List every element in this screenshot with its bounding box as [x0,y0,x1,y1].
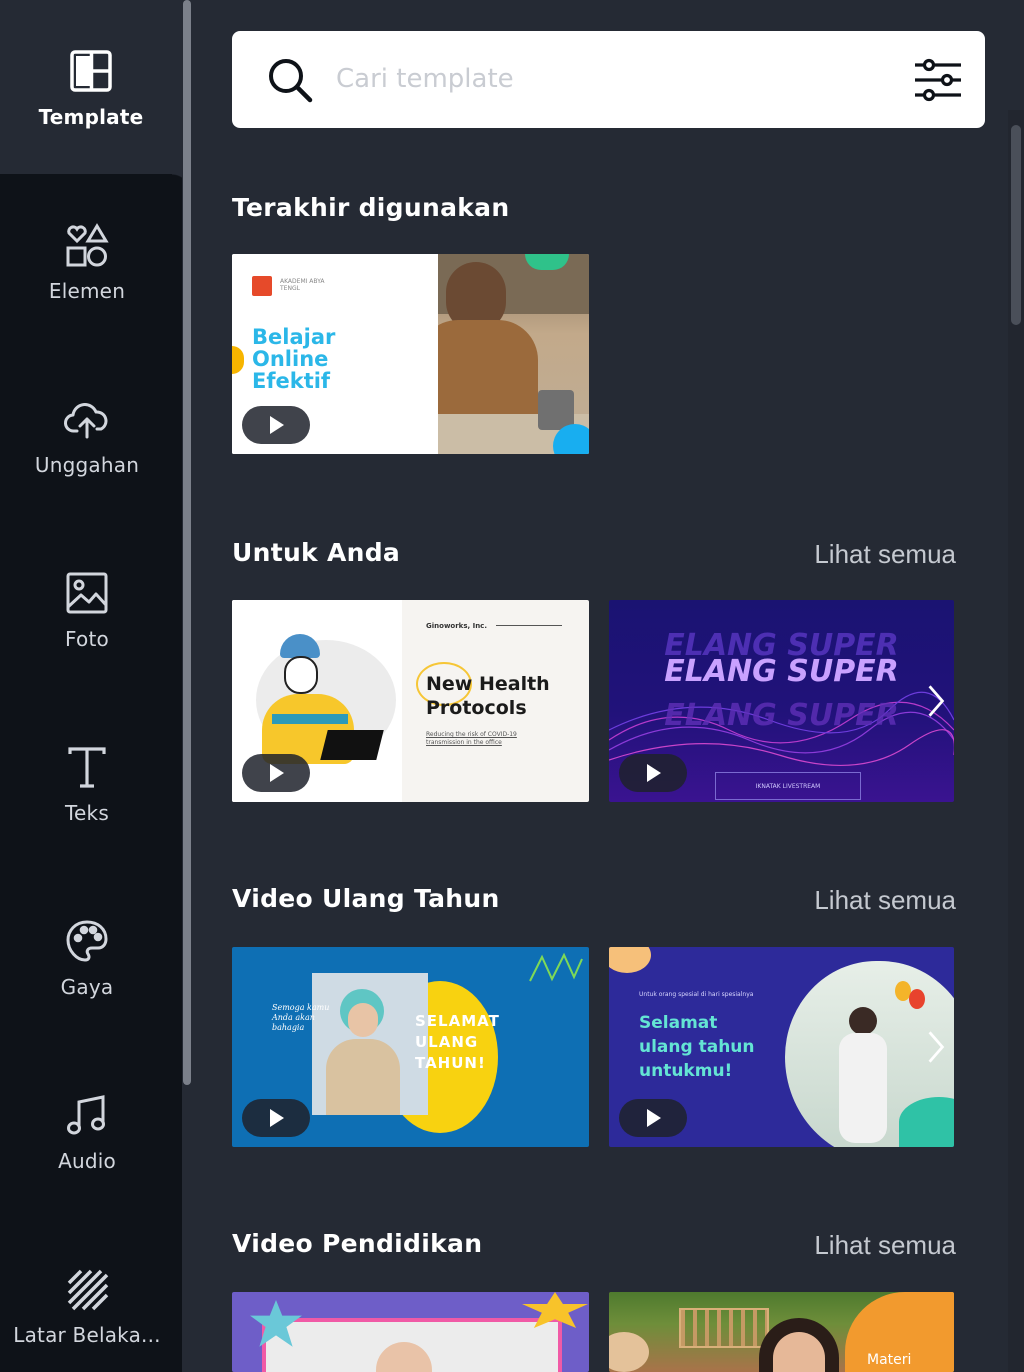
template-thumb-selamat-ulang-tahun-untukmu[interactable]: Untuk orang spesial di hari spesialnya S… [609,947,954,1147]
thumb-headline-line: Protocols [426,697,527,719]
carousel-next-button[interactable] [918,1017,954,1077]
thumb-character-head [284,656,318,694]
play-icon [270,764,284,782]
sidebar-item-elemen[interactable]: Elemen [0,174,174,348]
template-thumb-selamat-ulang-tahun[interactable]: Semoga kamu Anda akan bahagia SELAMAT UL… [232,947,589,1147]
sidebar-item-label: Audio [58,1149,116,1173]
upload-cloud-icon [61,393,113,445]
section-title-birthday: Video Ulang Tahun [232,884,500,913]
thumb-headline-line: TAHUN! [415,1054,486,1072]
thumb-headline-line: New Health [426,673,550,695]
sidebar-item-label: Template [38,105,144,129]
thumb-rule [496,625,562,626]
thumb-person-body [839,1033,887,1143]
see-all-link[interactable]: Lihat semua [814,1230,956,1261]
sidebar-item-teks[interactable]: Teks [0,696,174,870]
search-bar [232,31,985,128]
sidebar-item-gaya[interactable]: Gaya [0,870,174,1044]
palette-icon [61,915,113,967]
sidebar-item-label: Elemen [48,279,126,303]
see-all-link[interactable]: Lihat semua [814,885,956,916]
sidebar-item-latar-belakang[interactable]: Latar Belaka... [0,1218,174,1372]
search-input[interactable] [336,53,876,105]
thumb-small-text: Untuk orang spesial di hari spesialnya [639,991,754,998]
thumb-headline-shadow: ELANG SUPER [664,698,899,733]
music-note-icon [61,1089,113,1141]
sidebar-item-label: Unggahan [34,453,140,477]
sidebar-item-template[interactable]: Template [0,0,190,192]
thumb-person-face [348,1003,378,1037]
thumb-deco-peach [609,947,651,973]
carousel-next-button[interactable] [918,671,954,731]
sidebar: Template Elemen Unggahan Foto Teks Gaya [0,0,190,1372]
background-pattern-icon [61,1263,113,1315]
main-scrollbar-thumb[interactable] [1011,125,1021,325]
thumb-headline: New Health Protocols [426,672,550,720]
thumb-headline-line: Belajar [252,325,336,349]
play-button[interactable] [242,754,310,792]
sidebar-scrollbar[interactable] [183,0,191,1085]
thumb-balloon [909,989,925,1009]
template-thumb-education-2[interactable]: Materi [609,1292,954,1372]
thumb-small-text: AKADEMI ABYA TENGL [280,278,325,292]
see-all-link[interactable]: Lihat semua [814,539,956,570]
thumb-company: Ginoworks, Inc. [426,622,487,630]
sidebar-item-label: Teks [65,801,109,825]
play-icon [647,764,661,782]
sidebar-item-label: Latar Belaka... [13,1323,161,1347]
template-thumb-belajar-online[interactable]: AKADEMI ABYA TENGL Belajar Online Efekti… [232,254,589,454]
play-button[interactable] [619,1099,687,1137]
play-button[interactable] [619,754,687,792]
thumb-headline-line: untukmu! [639,1061,733,1081]
template-thumb-new-health[interactable]: Ginoworks, Inc. New Health Protocols Red… [232,600,589,802]
thumb-laptop [320,730,384,760]
play-button[interactable] [242,406,310,444]
sidebar-item-label: Foto [65,627,109,651]
chevron-right-icon [928,1031,945,1063]
play-icon [270,1109,284,1127]
thumb-headline-line: ulang tahun [639,1037,755,1057]
thumb-headline: Selamat ulang tahun untukmu! [639,1011,755,1083]
elements-icon [61,219,113,271]
thumb-headline: ELANG SUPER [664,654,899,689]
text-icon [61,741,113,793]
play-icon [647,1109,661,1127]
chevron-right-icon [928,685,945,717]
thumb-headline-line: ULANG [415,1033,479,1051]
thumb-person-head [849,1007,877,1035]
thumb-stripe [272,714,348,724]
section-title-education: Video Pendidikan [232,1229,483,1258]
sidebar-item-foto[interactable]: Foto [0,522,174,696]
thumb-headline-line: Online [252,347,329,371]
thumb-fence [679,1308,769,1348]
thumb-script-text: Semoga kamu Anda akan bahagia [272,1003,330,1032]
search-icon [269,59,313,103]
section-title-recent: Terakhir digunakan [232,193,510,222]
thumb-headline: Materi [867,1352,912,1368]
thumb-headline-line: Selamat [639,1013,718,1033]
thumb-cta: IKNATAK LIVESTREAM [715,772,861,800]
thumb-zigzag-deco [529,952,583,982]
logo-icon [252,276,272,296]
thumb-person-body [326,1039,400,1115]
thumb-subtext: Reducing the risk of COVID-19 transmissi… [426,731,517,746]
template-icon [65,45,117,97]
template-thumb-education-1[interactable] [232,1292,589,1372]
thumb-headline: SELAMAT ULANG TAHUN! [415,1011,500,1074]
photo-icon [61,567,113,619]
thumb-headline: Belajar Online Efektif [252,326,335,392]
template-thumb-elang-super[interactable]: ELANG SUPER ELANG SUPER ELANG SUPER IKNA… [609,600,954,802]
thumb-headline-line: Efektif [252,369,331,393]
sidebar-item-audio[interactable]: Audio [0,1044,174,1218]
filter-settings-icon[interactable] [911,53,965,107]
play-button[interactable] [242,1099,310,1137]
sidebar-item-label: Gaya [60,975,114,999]
sidebar-item-unggahan[interactable]: Unggahan [0,348,174,522]
thumb-headline-line: SELAMAT [415,1012,500,1030]
play-icon [270,416,284,434]
thumb-photo-frame [312,973,428,1115]
section-title-for-you: Untuk Anda [232,538,401,567]
